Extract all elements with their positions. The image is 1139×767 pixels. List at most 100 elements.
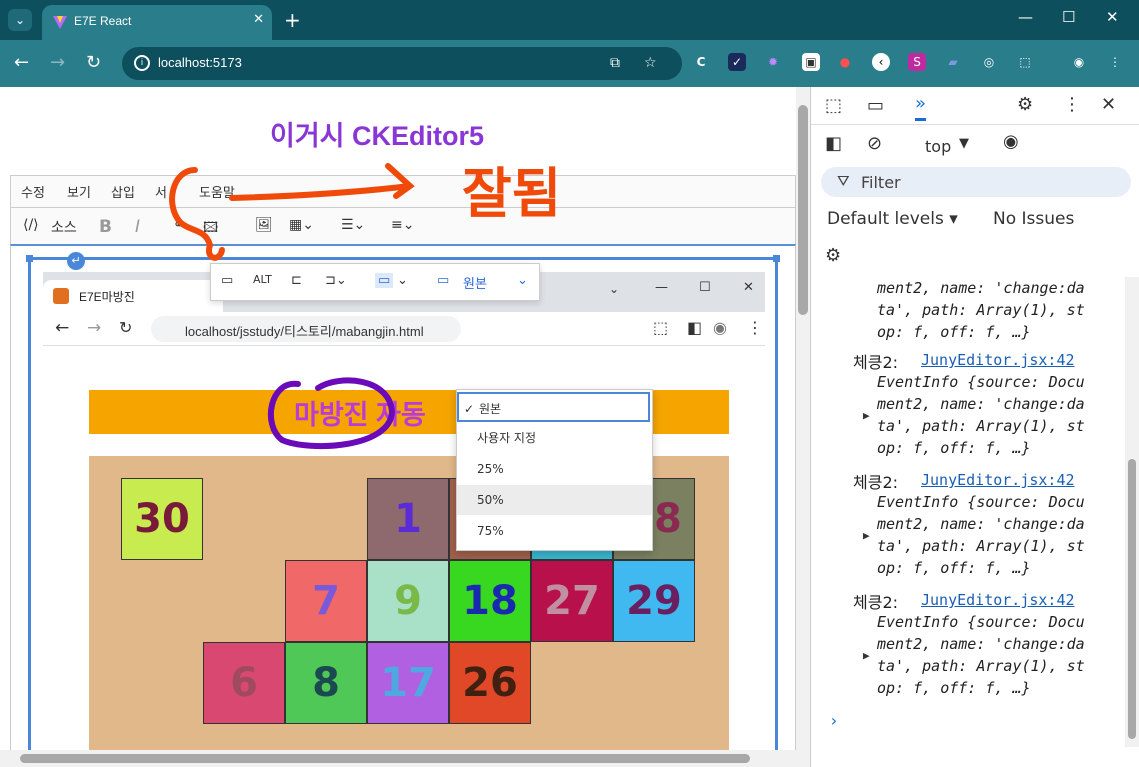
site-info-icon[interactable]: i xyxy=(134,55,150,71)
minimize-icon[interactable]: — xyxy=(1018,8,1033,26)
bookmark-star-icon[interactable]: ☆ xyxy=(644,55,657,71)
align-chevron-icon[interactable]: ⌄ xyxy=(397,273,408,288)
page-vertical-scrollbar[interactable] xyxy=(796,87,810,750)
message-body: EventInfo {source: Docu ment2, name: 'cha… xyxy=(877,373,1085,457)
resize-handle[interactable] xyxy=(26,255,33,262)
context-selector[interactable]: top xyxy=(925,137,951,156)
source-link[interactable]: JunyEditor.jsx:42 xyxy=(921,471,1075,489)
maximize-icon[interactable]: ☐ xyxy=(1062,8,1075,26)
console-settings-gear-icon[interactable]: ⚙ xyxy=(825,245,841,266)
profile-icon[interactable]: ◉ xyxy=(1070,53,1088,71)
align-left-icon[interactable]: ⊏ xyxy=(291,273,302,288)
source-icon[interactable]: ⟨/⟩ xyxy=(23,217,39,233)
bold-icon[interactable]: B xyxy=(99,217,112,237)
console-prompt[interactable]: › xyxy=(829,711,839,730)
live-expression-eye-icon[interactable]: ◉ xyxy=(1003,131,1019,152)
filter-input[interactable]: ⛛ Filter xyxy=(821,167,1131,197)
bulleted-list-icon[interactable]: ☰⌄ xyxy=(341,217,365,233)
menu-dots-icon[interactable]: ⋮ xyxy=(1106,53,1124,71)
link-icon[interactable]: ⚭ xyxy=(173,217,185,233)
extension-square-icon[interactable]: ▣ xyxy=(802,53,820,71)
levels-dropdown[interactable]: Default levels ▾ xyxy=(827,209,958,229)
close-tab-icon[interactable]: ✕ xyxy=(253,12,264,27)
menu-insert[interactable]: 삽입 xyxy=(111,182,135,201)
grid-cell: 7 xyxy=(285,560,367,642)
dropdown-option-custom[interactable]: 사용자 지정 xyxy=(457,423,652,453)
resize-dropdown-chevron-icon[interactable]: ⌄ xyxy=(517,273,528,288)
forward-icon[interactable]: → xyxy=(50,52,65,73)
reload-icon[interactable]: ↻ xyxy=(86,52,101,73)
page-horizontal-scrollbar[interactable] xyxy=(0,750,810,767)
extension-drop-icon[interactable]: ● xyxy=(836,53,854,71)
more-tabs-icon[interactable]: » xyxy=(915,93,927,121)
message-body: EventInfo {source: Docu ment2, name: 'cha… xyxy=(877,613,1085,697)
dropdown-option-75[interactable]: 75% xyxy=(457,516,652,546)
extension-gear-icon[interactable]: ✹ xyxy=(764,53,782,71)
scroll-thumb[interactable] xyxy=(20,754,750,763)
source-link[interactable]: JunyEditor.jsx:42 xyxy=(921,591,1075,609)
dropdown-option-original[interactable]: ✓ 원본 xyxy=(457,392,650,422)
devtools-menu-icon[interactable]: ⋮ xyxy=(1063,94,1081,115)
extension-arrow-icon[interactable]: ‹ xyxy=(872,53,890,71)
selected-image[interactable]: ↵ E7E마방진 ⌄ — ☐ ✕ ← → ↻ localhost/jsstudy… xyxy=(26,252,780,767)
source-link[interactable]: JunyEditor.jsx:42 xyxy=(921,351,1075,369)
back-icon[interactable]: ← xyxy=(14,52,29,73)
inner-close-icon: ✕ xyxy=(743,280,754,295)
issues-button[interactable]: No Issues xyxy=(993,209,1074,229)
dropdown-option-25[interactable]: 25% xyxy=(457,454,652,484)
tab-search-button[interactable]: ⌄ xyxy=(8,9,32,31)
extensions-puzzle-icon[interactable]: ⬚ xyxy=(1016,53,1034,71)
extension-flag-icon[interactable]: ▰ xyxy=(944,53,962,71)
message-body: ment2, name: 'change:da ta', path: Array… xyxy=(877,279,1085,341)
resize-dropdown-label[interactable]: 원본 xyxy=(463,273,487,292)
dropdown-option-50[interactable]: 50% xyxy=(457,485,652,515)
numbered-list-icon[interactable]: ≡⌄ xyxy=(391,217,414,233)
menu-view[interactable]: 보기 xyxy=(67,182,91,201)
clear-console-icon[interactable]: ⊘ xyxy=(867,133,882,154)
device-toggle-icon[interactable]: ▭ xyxy=(867,95,884,116)
settings-gear-icon[interactable]: ⚙ xyxy=(1017,94,1033,115)
newline-icon[interactable]: ↵ xyxy=(67,252,85,270)
translate-icon[interactable]: ⧉ xyxy=(610,55,620,71)
editor-menubar: 수정 보기 삽입 서 도움말 xyxy=(10,175,796,207)
message-label: 체킁2: xyxy=(853,473,899,492)
wrap-text-icon[interactable]: ⊐⌄ xyxy=(325,273,347,288)
resize-handle[interactable] xyxy=(773,255,780,262)
message-label: 체킁2: xyxy=(853,593,899,612)
address-bar[interactable]: i localhost:5173 ⧉ ☆ xyxy=(122,47,682,80)
scroll-thumb[interactable] xyxy=(1128,459,1136,739)
grid-cell: 9 xyxy=(367,560,449,642)
inner-url: localhost/jsstudy/티스토리/mabangjin.html xyxy=(185,324,424,339)
italic-icon[interactable]: I xyxy=(135,217,140,237)
close-window-icon[interactable]: ✕ xyxy=(1106,8,1119,26)
image-inline-icon[interactable]: ▭ xyxy=(221,273,233,288)
insert-image-icon[interactable]: 🖼 xyxy=(255,217,273,233)
alt-text-icon[interactable]: ALT xyxy=(253,273,272,286)
grid-cell: 6 xyxy=(203,642,285,724)
block-image-icon[interactable]: ▭ xyxy=(375,273,394,288)
resize-icon[interactable]: ▭ xyxy=(437,273,449,288)
extension-c-icon[interactable]: C xyxy=(692,53,710,71)
browser-tab[interactable]: E7E React ✕ xyxy=(42,5,272,40)
table-icon[interactable]: ▦⌄ xyxy=(289,217,314,233)
menu-help[interactable]: 도움말 xyxy=(199,182,235,201)
inner-chevron-icon: ⌄ xyxy=(609,282,620,296)
extension-target-icon[interactable]: ◎ xyxy=(980,53,998,71)
new-tab-button[interactable]: + xyxy=(284,8,301,32)
extension-s-icon[interactable]: S xyxy=(908,53,926,71)
menu-format[interactable]: 서 xyxy=(155,182,167,201)
source-button[interactable]: 소스 xyxy=(51,217,77,237)
browser-toolbar: ← → ↻ i localhost:5173 ⧉ ☆ C ✓ ✹ ▣ ● ‹ S… xyxy=(0,40,1139,87)
grid-cell: 27 xyxy=(531,560,613,642)
menu-edit[interactable]: 수정 xyxy=(21,182,45,201)
sidebar-toggle-icon[interactable]: ◧ xyxy=(825,133,842,154)
inner-minimize-icon: — xyxy=(655,280,668,295)
console-scrollbar[interactable] xyxy=(1125,277,1139,747)
close-devtools-icon[interactable]: ✕ xyxy=(1101,94,1116,115)
inspect-icon[interactable]: ⬚ xyxy=(825,95,842,116)
extension-check-icon[interactable]: ✓ xyxy=(728,53,746,71)
context-chevron-icon[interactable]: ▼ xyxy=(959,136,969,151)
scroll-thumb[interactable] xyxy=(798,105,808,315)
inner-maximize-icon: ☐ xyxy=(699,280,711,295)
image-upload-icon[interactable]: 🖾 xyxy=(203,217,218,241)
